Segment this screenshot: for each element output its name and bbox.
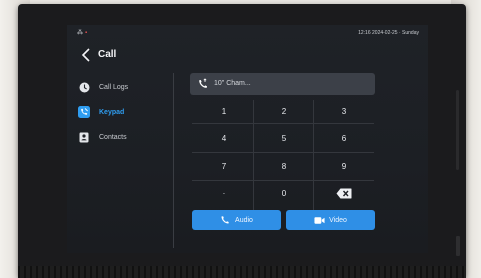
- key-7[interactable]: 7: [194, 154, 254, 178]
- network-icon: ⁂: [77, 30, 83, 36]
- sidebar-item-call-logs[interactable]: Call Logs: [78, 79, 158, 95]
- backspace-icon: [336, 188, 352, 198]
- sidebar-item-contacts[interactable]: Contacts: [78, 129, 158, 145]
- contacts-icon: [78, 131, 90, 143]
- status-icons: ⁂ ▪: [77, 29, 87, 36]
- video-call-button[interactable]: Video: [286, 210, 375, 230]
- back-arrow-icon[interactable]: [80, 47, 92, 63]
- sidebar-item-keypad[interactable]: Keypad: [78, 104, 158, 120]
- audio-call-button[interactable]: Audio: [192, 210, 281, 230]
- number-field[interactable]: 10" Cham...: [190, 73, 375, 95]
- alert-icon: ▪: [85, 30, 88, 36]
- side-button: [456, 90, 459, 170]
- status-bar: ⁂ ▪ 12:16 2024-02-25 · Sunday: [67, 25, 428, 39]
- video-camera-icon: [314, 216, 325, 225]
- keypad-row-line: [192, 123, 374, 124]
- key-4[interactable]: 4: [194, 126, 254, 150]
- screen: ⁂ ▪ 12:16 2024-02-25 · Sunday Call Call L…: [67, 25, 428, 253]
- key-dot[interactable]: ·: [194, 181, 254, 205]
- clock-icon: [78, 81, 90, 93]
- sidebar-item-label: Call Logs: [99, 83, 129, 91]
- backspace-key[interactable]: [314, 181, 374, 205]
- number-value: 10" Cham...: [214, 80, 251, 87]
- key-8[interactable]: 8: [254, 154, 314, 178]
- side-port: [456, 236, 460, 256]
- keypad-phone-icon: [78, 106, 90, 118]
- audio-label: Audio: [235, 216, 253, 224]
- key-6[interactable]: 6: [314, 126, 374, 150]
- key-9[interactable]: 9: [314, 154, 374, 178]
- page-title: Call: [98, 49, 117, 60]
- key-5[interactable]: 5: [254, 126, 314, 150]
- status-time: 12:16 2024-02-25 · Sunday: [358, 30, 419, 36]
- device-vent: [18, 266, 466, 278]
- key-2[interactable]: 2: [254, 99, 314, 123]
- phone-icon: [220, 216, 231, 225]
- sidebar-item-label: Keypad: [99, 108, 125, 116]
- sidebar-item-label: Contacts: [99, 133, 127, 141]
- phone-icon: [199, 78, 207, 88]
- key-3[interactable]: 3: [314, 99, 374, 123]
- video-label: Video: [329, 216, 347, 224]
- key-1[interactable]: 1: [194, 99, 254, 123]
- keypad-row-line: [192, 152, 374, 153]
- key-0[interactable]: 0: [254, 181, 314, 205]
- sidebar-divider: [173, 73, 174, 248]
